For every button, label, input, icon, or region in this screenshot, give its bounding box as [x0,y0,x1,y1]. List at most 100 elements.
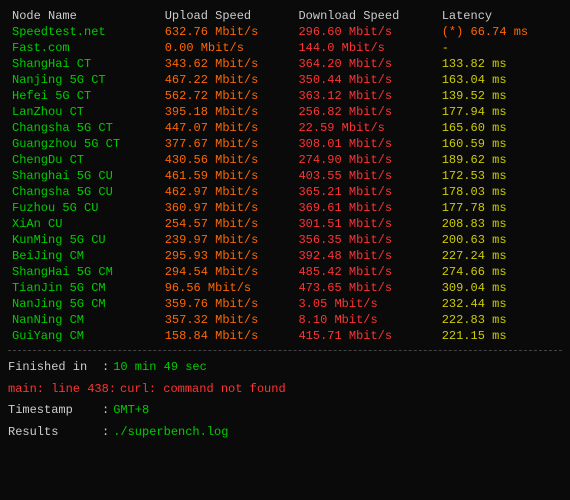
cell-upload: 158.84 Mbit/s [161,328,295,344]
cell-node: XiAn CU [8,216,161,232]
cell-latency: 232.44 ms [438,296,562,312]
cell-node: ShangHai CT [8,56,161,72]
cell-download: 308.01 Mbit/s [294,136,437,152]
cell-upload: 295.93 Mbit/s [161,248,295,264]
table-row: BeiJing CM295.93 Mbit/s392.48 Mbit/s227.… [8,248,562,264]
cell-latency: - [438,40,562,56]
table-row: NanJing 5G CM359.76 Mbit/s3.05 Mbit/s232… [8,296,562,312]
cell-download: 485.42 Mbit/s [294,264,437,280]
cell-download: 392.48 Mbit/s [294,248,437,264]
table-row: Nanjing 5G CT467.22 Mbit/s350.44 Mbit/s1… [8,72,562,88]
cell-node: Guangzhou 5G CT [8,136,161,152]
cell-download: 369.61 Mbit/s [294,200,437,216]
cell-latency: 309.04 ms [438,280,562,296]
cell-download: 415.71 Mbit/s [294,328,437,344]
cell-latency: 165.60 ms [438,120,562,136]
cell-latency: 133.82 ms [438,56,562,72]
cell-download: 364.20 Mbit/s [294,56,437,72]
divider [8,350,562,351]
cell-download: 350.44 Mbit/s [294,72,437,88]
table-row: ShangHai CT343.62 Mbit/s364.20 Mbit/s133… [8,56,562,72]
footer-section: Finished in : 10 min 49 sec main: line 4… [8,357,562,443]
cell-node: ChengDu CT [8,152,161,168]
cell-node: Nanjing 5G CT [8,72,161,88]
table-row: LanZhou CT395.18 Mbit/s256.82 Mbit/s177.… [8,104,562,120]
table-row: Fast.com0.00 Mbit/s144.0 Mbit/s- [8,40,562,56]
error-value: curl: command not found [120,379,286,401]
cell-upload: 359.76 Mbit/s [161,296,295,312]
cell-download: 473.65 Mbit/s [294,280,437,296]
cell-upload: 632.76 Mbit/s [161,24,295,40]
cell-upload: 395.18 Mbit/s [161,104,295,120]
finished-row: Finished in : 10 min 49 sec [8,357,562,379]
cell-node: Changsha 5G CU [8,184,161,200]
finished-value: 10 min 49 sec [113,357,207,379]
cell-download: 144.0 Mbit/s [294,40,437,56]
cell-upload: 294.54 Mbit/s [161,264,295,280]
table-row: Hefei 5G CT562.72 Mbit/s363.12 Mbit/s139… [8,88,562,104]
cell-download: 274.90 Mbit/s [294,152,437,168]
table-row: TianJin 5G CM96.56 Mbit/s473.65 Mbit/s30… [8,280,562,296]
cell-download: 365.21 Mbit/s [294,184,437,200]
cell-download: 363.12 Mbit/s [294,88,437,104]
finished-colon: : [102,357,109,379]
col-header-latency: Latency [438,8,562,24]
error-row: main: line 438: curl: command not found [8,379,562,401]
cell-node: BeiJing CM [8,248,161,264]
cell-download: 356.35 Mbit/s [294,232,437,248]
cell-latency: 139.52 ms [438,88,562,104]
cell-download: 301.51 Mbit/s [294,216,437,232]
speed-table: Node Name Upload Speed Download Speed La… [8,8,562,344]
cell-node: LanZhou CT [8,104,161,120]
cell-node: NanNing CM [8,312,161,328]
col-header-download: Download Speed [294,8,437,24]
table-row: Fuzhou 5G CU360.97 Mbit/s369.61 Mbit/s17… [8,200,562,216]
cell-node: Fuzhou 5G CU [8,200,161,216]
table-row: Guangzhou 5G CT377.67 Mbit/s308.01 Mbit/… [8,136,562,152]
table-row: KunMing 5G CU239.97 Mbit/s356.35 Mbit/s2… [8,232,562,248]
cell-latency: 200.63 ms [438,232,562,248]
cell-download: 8.10 Mbit/s [294,312,437,328]
cell-upload: 96.56 Mbit/s [161,280,295,296]
timestamp-value: GMT+8 [113,400,149,422]
error-label: main: line 438: [8,379,116,401]
results-label: Results [8,422,98,444]
table-row: XiAn CU254.57 Mbit/s301.51 Mbit/s208.83 … [8,216,562,232]
finished-label: Finished in [8,357,98,379]
cell-latency: 227.24 ms [438,248,562,264]
cell-node: NanJing 5G CM [8,296,161,312]
cell-latency: 274.66 ms [438,264,562,280]
cell-upload: 377.67 Mbit/s [161,136,295,152]
table-row: Changsha 5G CU462.97 Mbit/s365.21 Mbit/s… [8,184,562,200]
cell-download: 403.55 Mbit/s [294,168,437,184]
results-row: Results : ./superbench.log [8,422,562,444]
cell-node: Hefei 5G CT [8,88,161,104]
timestamp-row: Timestamp : GMT+8 [8,400,562,422]
cell-download: 296.60 Mbit/s [294,24,437,40]
table-row: Speedtest.net632.76 Mbit/s296.60 Mbit/s(… [8,24,562,40]
cell-latency: 178.03 ms [438,184,562,200]
cell-upload: 461.59 Mbit/s [161,168,295,184]
timestamp-label: Timestamp [8,400,98,422]
results-colon: : [102,422,109,444]
cell-download: 256.82 Mbit/s [294,104,437,120]
cell-upload: 447.07 Mbit/s [161,120,295,136]
cell-node: GuiYang CM [8,328,161,344]
table-row: Shanghai 5G CU461.59 Mbit/s403.55 Mbit/s… [8,168,562,184]
cell-latency: 163.04 ms [438,72,562,88]
cell-latency: (*) 66.74 ms [438,24,562,40]
cell-latency: 189.62 ms [438,152,562,168]
cell-upload: 0.00 Mbit/s [161,40,295,56]
table-row: ShangHai 5G CM294.54 Mbit/s485.42 Mbit/s… [8,264,562,280]
timestamp-colon: : [102,400,109,422]
cell-upload: 462.97 Mbit/s [161,184,295,200]
cell-node: ShangHai 5G CM [8,264,161,280]
col-header-upload: Upload Speed [161,8,295,24]
cell-node: Speedtest.net [8,24,161,40]
cell-upload: 357.32 Mbit/s [161,312,295,328]
table-row: NanNing CM357.32 Mbit/s8.10 Mbit/s222.83… [8,312,562,328]
cell-node: KunMing 5G CU [8,232,161,248]
cell-latency: 160.59 ms [438,136,562,152]
cell-node: Fast.com [8,40,161,56]
col-header-node: Node Name [8,8,161,24]
